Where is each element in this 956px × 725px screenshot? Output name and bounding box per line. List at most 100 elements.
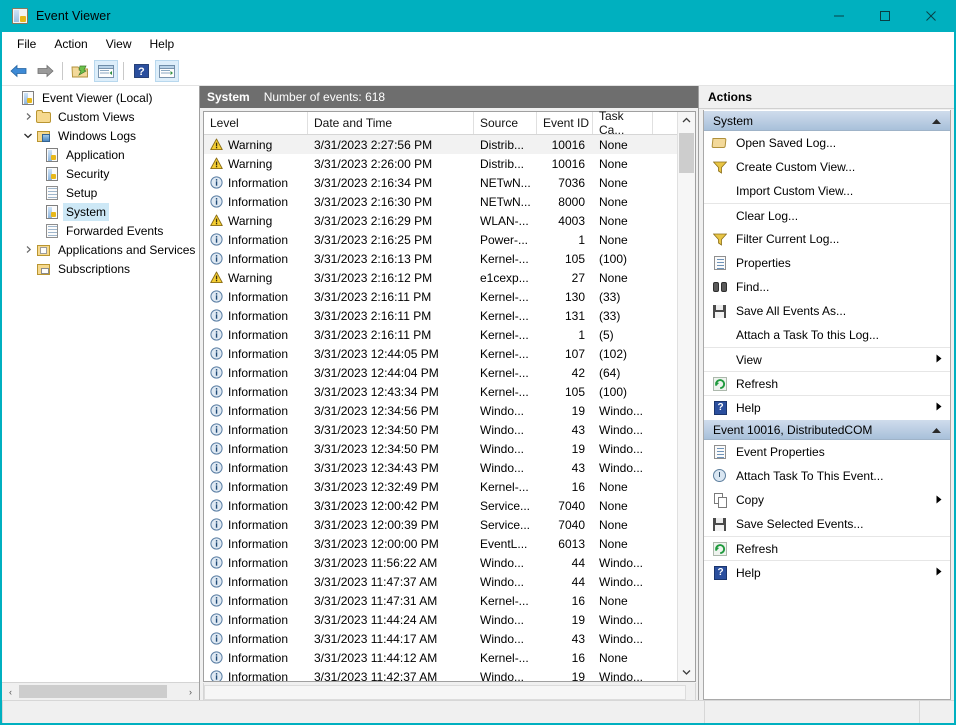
action-item-label: Filter Current Log... <box>736 232 950 246</box>
chevron-right-icon[interactable] <box>20 242 36 258</box>
table-row[interactable]: Warning3/31/2023 2:16:12 PMe1cexp...27No… <box>204 268 677 287</box>
table-row[interactable]: Information3/31/2023 12:00:00 PMEventL..… <box>204 534 677 553</box>
event-list-horizontal-scrollbar[interactable] <box>203 683 696 700</box>
show-hide-tree-button[interactable] <box>94 60 118 82</box>
action-item-attach-a-task-to-this-log[interactable]: Attach a Task To this Log... <box>704 323 950 347</box>
chevron-down-icon[interactable] <box>20 128 36 144</box>
scroll-thumb[interactable] <box>679 133 694 173</box>
table-row[interactable]: Information3/31/2023 12:34:43 PMWindo...… <box>204 458 677 477</box>
table-row[interactable]: Information3/31/2023 2:16:13 PMKernel-..… <box>204 249 677 268</box>
table-row[interactable]: Information3/31/2023 2:16:34 PMNETwN...7… <box>204 173 677 192</box>
scroll-track[interactable] <box>204 683 695 700</box>
sidebar-item-security[interactable]: Security <box>2 164 199 183</box>
menu-file[interactable]: File <box>8 34 45 55</box>
scroll-left-arrow-icon[interactable]: ‹ <box>2 683 19 700</box>
table-row[interactable]: Information3/31/2023 12:44:04 PMKernel-.… <box>204 363 677 382</box>
action-item-clear-log[interactable]: Clear Log... <box>704 203 950 227</box>
table-row[interactable]: Information3/31/2023 11:47:37 AMWindo...… <box>204 572 677 591</box>
action-item-help[interactable]: ?Help <box>704 560 950 584</box>
table-row[interactable]: Information3/31/2023 11:56:22 AMWindo...… <box>204 553 677 572</box>
table-row[interactable]: Information3/31/2023 11:44:12 AMKernel-.… <box>204 648 677 667</box>
table-row[interactable]: Information3/31/2023 12:32:49 PMKernel-.… <box>204 477 677 496</box>
actions-group-header[interactable]: System <box>704 110 950 131</box>
column-header-event-id[interactable]: Event ID <box>537 112 593 134</box>
action-item-view[interactable]: View <box>704 347 950 371</box>
cell-task-category: None <box>593 176 653 190</box>
open-folder-button[interactable] <box>68 60 92 82</box>
action-item-properties[interactable]: Properties <box>704 251 950 275</box>
scroll-thumb[interactable] <box>19 685 167 698</box>
table-row[interactable]: Information3/31/2023 12:43:34 PMKernel-.… <box>204 382 677 401</box>
event-list-vertical-scrollbar[interactable] <box>677 112 695 681</box>
close-button[interactable] <box>908 0 954 32</box>
action-item-filter-current-log[interactable]: Filter Current Log... <box>704 227 950 251</box>
scroll-down-arrow-icon[interactable] <box>678 664 695 681</box>
scroll-thumb[interactable] <box>204 685 686 700</box>
tree-root-event-viewer-local[interactable]: Event Viewer (Local) <box>2 88 199 107</box>
table-row[interactable]: Information3/31/2023 2:16:30 PMNETwN...8… <box>204 192 677 211</box>
column-header-source[interactable]: Source <box>474 112 537 134</box>
tree-horizontal-scrollbar[interactable]: ‹ › <box>2 682 199 700</box>
action-item-help[interactable]: ?Help <box>704 395 950 419</box>
scroll-track[interactable] <box>19 683 182 700</box>
sidebar-item-system[interactable]: System <box>2 202 199 221</box>
table-row[interactable]: Information3/31/2023 2:16:11 PMKernel-..… <box>204 325 677 344</box>
table-row[interactable]: Information3/31/2023 12:34:50 PMWindo...… <box>204 439 677 458</box>
sidebar-item-applications-and-services-logs[interactable]: Applications and Services Lo <box>2 240 199 259</box>
cell-level: Information <box>204 537 308 551</box>
table-row[interactable]: Information3/31/2023 2:16:11 PMKernel-..… <box>204 306 677 325</box>
action-item-refresh[interactable]: Refresh <box>704 371 950 395</box>
scroll-up-arrow-icon[interactable] <box>678 112 695 129</box>
open-folder-icon <box>712 135 728 151</box>
actions-group-header[interactable]: Event 10016, DistributedCOM <box>704 419 950 440</box>
table-row[interactable]: Information3/31/2023 11:44:17 AMWindo...… <box>204 629 677 648</box>
table-row[interactable]: Information3/31/2023 12:00:42 PMService.… <box>204 496 677 515</box>
menu-action[interactable]: Action <box>45 34 96 55</box>
table-row[interactable]: Warning3/31/2023 2:27:56 PMDistrib...100… <box>204 135 677 154</box>
action-item-refresh[interactable]: Refresh <box>704 536 950 560</box>
maximize-button[interactable] <box>862 0 908 32</box>
table-row[interactable]: Information3/31/2023 11:47:31 AMKernel-.… <box>204 591 677 610</box>
table-row[interactable]: Information3/31/2023 12:00:39 PMService.… <box>204 515 677 534</box>
minimize-button[interactable] <box>816 0 862 32</box>
sidebar-item-custom-views[interactable]: Custom Views <box>2 107 199 126</box>
action-item-save-selected-events[interactable]: Save Selected Events... <box>704 512 950 536</box>
sidebar-item-subscriptions[interactable]: Subscriptions <box>2 259 199 278</box>
chevron-up-icon[interactable] <box>931 114 942 128</box>
table-row[interactable]: Information3/31/2023 12:34:50 PMWindo...… <box>204 420 677 439</box>
help-button[interactable]: ? <box>129 60 153 82</box>
column-header-date[interactable]: Date and Time <box>308 112 474 134</box>
table-row[interactable]: Information3/31/2023 11:44:24 AMWindo...… <box>204 610 677 629</box>
action-item-find[interactable]: Find... <box>704 275 950 299</box>
chevron-up-icon[interactable] <box>931 423 942 437</box>
show-hide-action-pane-button[interactable] <box>155 60 179 82</box>
table-row[interactable]: Information3/31/2023 12:44:05 PMKernel-.… <box>204 344 677 363</box>
scroll-right-arrow-icon[interactable]: › <box>182 683 199 700</box>
menu-view[interactable]: View <box>97 34 141 55</box>
sidebar-item-forwarded-events[interactable]: Forwarded Events <box>2 221 199 240</box>
table-row[interactable]: Information3/31/2023 2:16:25 PMPower-...… <box>204 230 677 249</box>
scroll-track[interactable] <box>678 129 695 664</box>
action-item-create-custom-view[interactable]: Create Custom View... <box>704 155 950 179</box>
table-row[interactable]: Information3/31/2023 2:16:11 PMKernel-..… <box>204 287 677 306</box>
table-row[interactable]: Information3/31/2023 11:42:37 AMWindo...… <box>204 667 677 681</box>
action-item-copy[interactable]: Copy <box>704 488 950 512</box>
column-header-task[interactable]: Task Ca... <box>593 112 653 134</box>
action-item-import-custom-view[interactable]: Import Custom View... <box>704 179 950 203</box>
menu-help[interactable]: Help <box>141 34 184 55</box>
action-item-open-saved-log[interactable]: Open Saved Log... <box>704 131 950 155</box>
main-body: Event Viewer (Local) Custom Views Window… <box>2 86 954 700</box>
chevron-right-icon[interactable] <box>20 109 36 125</box>
forward-button[interactable] <box>33 60 57 82</box>
table-row[interactable]: Warning3/31/2023 2:26:00 PMDistrib...100… <box>204 154 677 173</box>
table-row[interactable]: Information3/31/2023 12:34:56 PMWindo...… <box>204 401 677 420</box>
column-header-level[interactable]: Level <box>204 112 308 134</box>
action-item-attach-task-to-this-event[interactable]: Attach Task To This Event... <box>704 464 950 488</box>
back-button[interactable] <box>7 60 31 82</box>
table-row[interactable]: Warning3/31/2023 2:16:29 PMWLAN-...4003N… <box>204 211 677 230</box>
sidebar-item-setup[interactable]: Setup <box>2 183 199 202</box>
sidebar-item-application[interactable]: Application <box>2 145 199 164</box>
action-item-save-all-events-as[interactable]: Save All Events As... <box>704 299 950 323</box>
action-item-event-properties[interactable]: Event Properties <box>704 440 950 464</box>
sidebar-item-windows-logs[interactable]: Windows Logs <box>2 126 199 145</box>
